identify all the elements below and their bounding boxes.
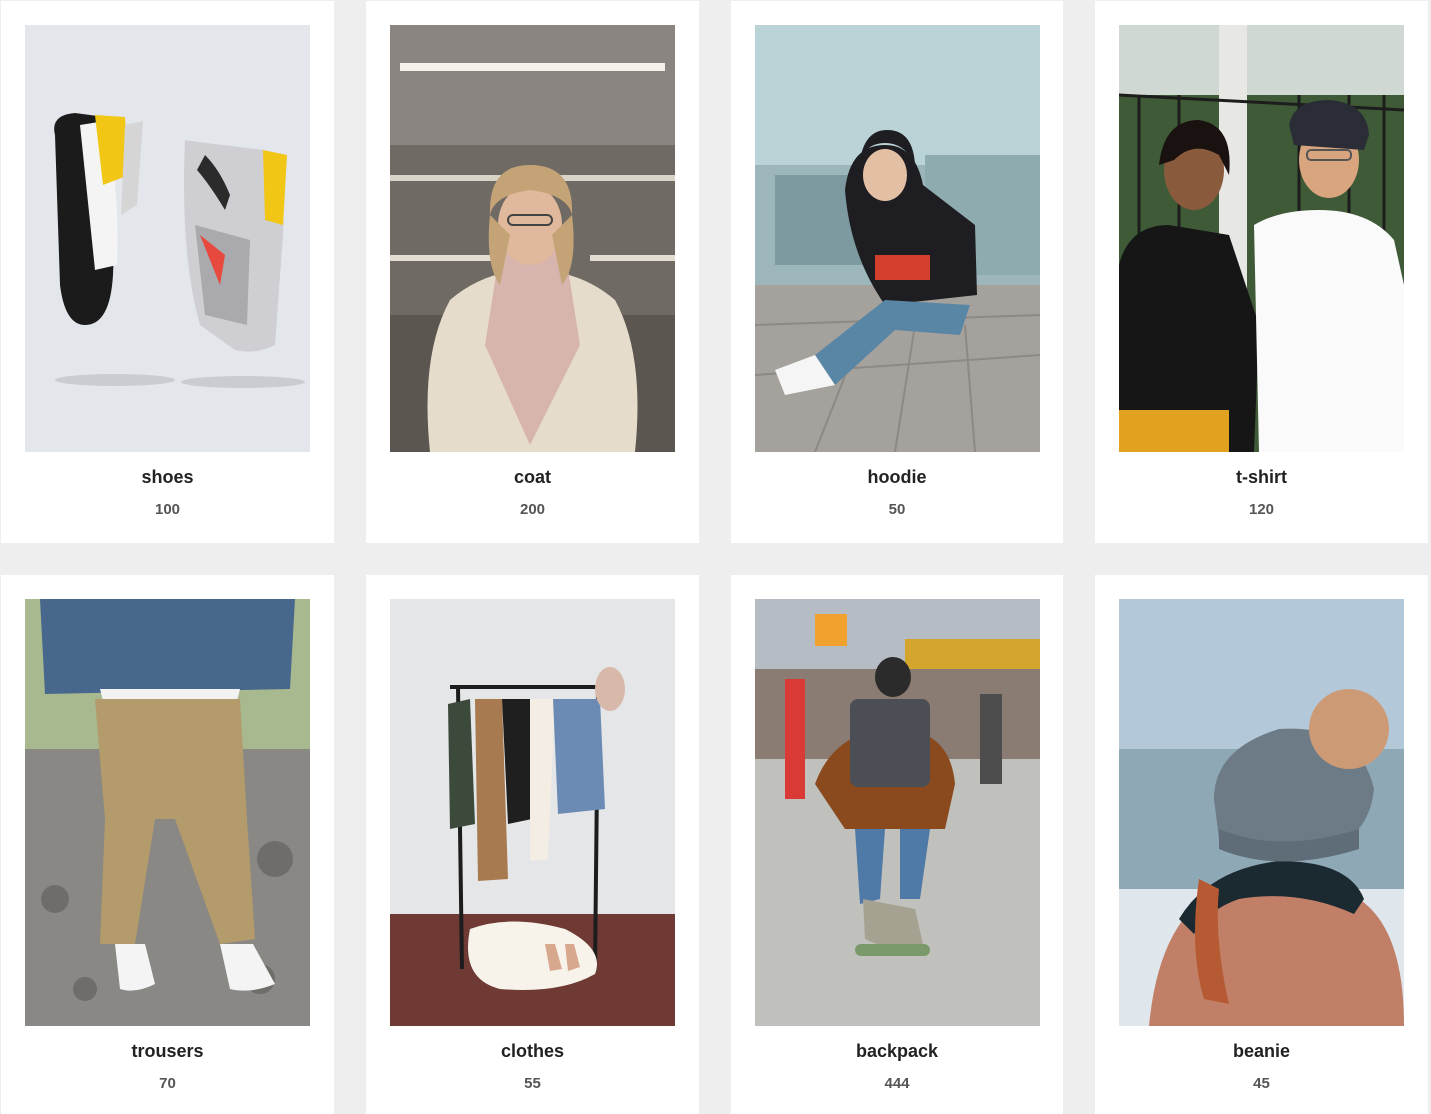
product-card-trousers[interactable]: trousers 70 [1,575,334,1114]
product-card-tshirt[interactable]: t-shirt 120 [1095,1,1428,543]
product-card-hoodie[interactable]: hoodie 50 [731,1,1063,543]
product-name: hoodie [867,467,927,487]
product-name: clothes [500,1041,565,1061]
product-price: 55 [524,1075,541,1092]
product-price: 120 [1248,501,1275,518]
product-name: trousers [131,1041,204,1061]
product-price: 100 [154,501,181,518]
product-card-coat[interactable]: coat 200 [366,1,699,543]
product-card-shoes[interactable]: shoes 100 [1,1,334,543]
product-name: beanie [1232,1041,1291,1061]
product-name: backpack [855,1041,939,1061]
product-grid: shoes 100 coat 200 hoodie 50 t-shirt 120… [0,0,1431,1114]
product-image-beanie[interactable] [1119,599,1404,1026]
product-image-clothes[interactable] [390,599,675,1026]
product-name: shoes [141,467,194,487]
product-price: 444 [884,1075,910,1092]
product-image-coat[interactable] [390,25,675,452]
product-name: coat [513,467,551,487]
product-price: 200 [519,501,546,518]
product-image-tshirt[interactable] [1119,25,1404,452]
product-price: 70 [159,1075,176,1092]
product-image-shoes[interactable] [25,25,310,452]
product-card-backpack[interactable]: backpack 444 [731,575,1063,1114]
product-card-clothes[interactable]: clothes 55 [366,575,699,1114]
product-name: t-shirt [1236,467,1287,487]
product-price: 50 [888,501,906,518]
product-image-hoodie[interactable] [755,25,1040,452]
product-image-trousers[interactable] [25,599,310,1026]
product-card-beanie[interactable]: beanie 45 [1095,575,1428,1114]
product-price: 45 [1253,1075,1270,1092]
product-image-backpack[interactable] [755,599,1040,1026]
